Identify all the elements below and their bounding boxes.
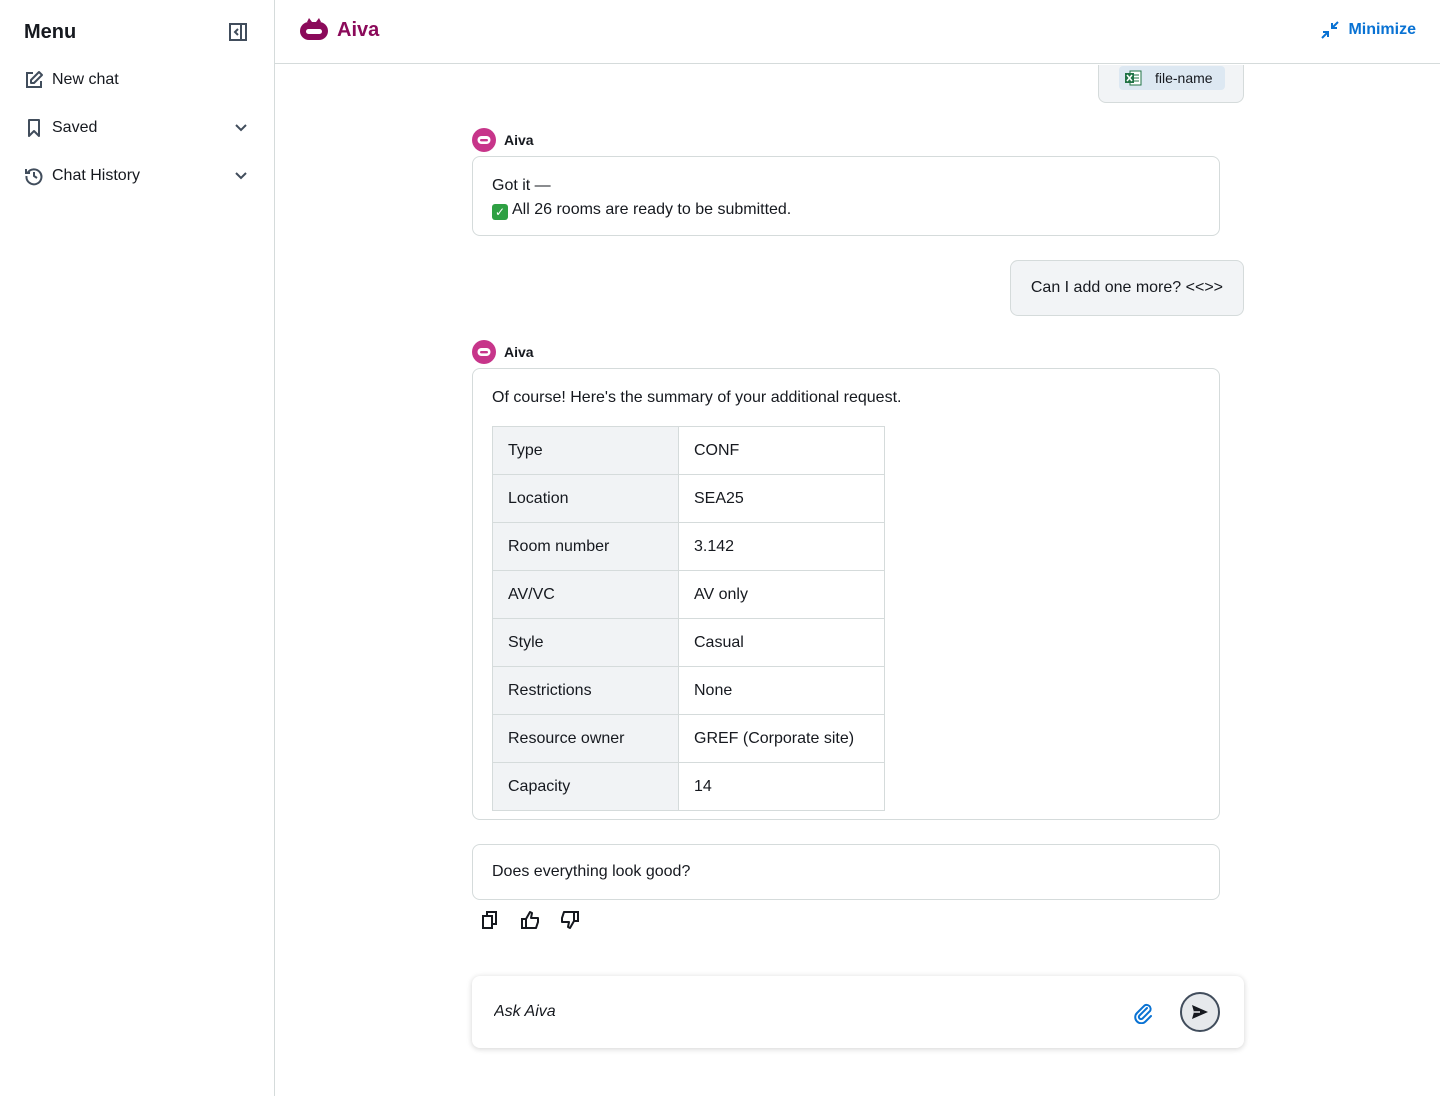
aiva-logo-icon xyxy=(299,18,329,42)
app-title: Aiva xyxy=(337,18,380,41)
sidebar-title: Menu xyxy=(24,20,77,43)
table-key: Restrictions xyxy=(492,666,679,715)
table-value: None xyxy=(678,666,885,715)
sidebar-item-label: Saved xyxy=(52,119,98,136)
sidebar-item-chat-history[interactable]: Chat History xyxy=(24,162,250,190)
table-row: Style Casual xyxy=(492,618,885,667)
table-value: GREF (Corporate site) xyxy=(678,714,885,763)
table-row: Location SEA25 xyxy=(492,474,885,523)
copy-icon[interactable] xyxy=(478,908,502,932)
edit-icon xyxy=(24,70,44,90)
message-text: Of course! Here's the summary of your ad… xyxy=(492,389,902,406)
check-mark-icon: ✓ xyxy=(492,204,508,220)
bot-avatar-icon xyxy=(472,340,496,364)
minimize-icon xyxy=(1320,20,1340,40)
bot-label: Aiva xyxy=(472,128,534,152)
table-value: 14 xyxy=(678,762,885,811)
user-message: Can I add one more? <<>> xyxy=(1009,260,1244,316)
message-text: All 26 rooms are ready to be submitted. xyxy=(512,201,792,218)
table-key: AV/VC xyxy=(492,570,679,619)
table-value: AV only xyxy=(678,570,885,619)
send-button[interactable] xyxy=(1180,992,1220,1032)
sidebar-item-saved[interactable]: Saved xyxy=(24,114,250,142)
bot-avatar-icon xyxy=(472,128,496,152)
summary-table: Type CONF Location SEA25 Room number 3.142 … xyxy=(492,426,885,811)
file-name: file-name xyxy=(1155,70,1213,86)
table-key: Style xyxy=(492,618,679,667)
message-actions xyxy=(478,908,598,932)
table-row: Capacity 14 xyxy=(492,762,885,811)
brand: Aiva xyxy=(299,18,379,42)
table-value: Casual xyxy=(678,618,885,667)
chat-area: file-name Aiva Got it — ✓ All 26 rooms ar… xyxy=(275,65,1440,1096)
excel-file-icon xyxy=(1123,68,1143,88)
table-value: CONF xyxy=(678,426,885,475)
bookmark-icon xyxy=(24,118,44,138)
send-icon xyxy=(1192,1005,1208,1019)
user-message-attachment: file-name xyxy=(1098,65,1244,103)
sidebar-item-new-chat[interactable]: New chat xyxy=(24,66,250,94)
table-key: Location xyxy=(492,474,679,523)
top-bar: Aiva Minimize xyxy=(275,0,1440,64)
table-value: 3.142 xyxy=(678,522,885,571)
sidebar-header: Menu xyxy=(24,18,250,46)
sidebar-item-label: Chat History xyxy=(52,167,141,184)
bot-name: Aiva xyxy=(504,344,534,360)
minimize-button[interactable]: Minimize xyxy=(1320,20,1416,40)
table-value: SEA25 xyxy=(678,474,885,523)
message-text-line: ✓ All 26 rooms are ready to be submitted. xyxy=(492,198,1200,222)
ask-input[interactable] xyxy=(494,998,1114,1026)
collapse-sidebar-icon[interactable] xyxy=(226,20,250,44)
chevron-down-icon[interactable] xyxy=(232,167,250,185)
table-key: Room number xyxy=(492,522,679,571)
table-key: Capacity xyxy=(492,762,679,811)
thumbs-down-icon[interactable] xyxy=(558,908,582,932)
table-key: Resource owner xyxy=(492,714,679,763)
message-text: Got it — xyxy=(492,177,551,194)
sidebar-item-label: New chat xyxy=(52,71,119,88)
table-row: Room number 3.142 xyxy=(492,522,885,571)
table-row: Type CONF xyxy=(492,426,885,475)
minimize-label: Minimize xyxy=(1348,21,1416,38)
table-row: AV/VC AV only xyxy=(492,570,885,619)
thumbs-up-icon[interactable] xyxy=(518,908,542,932)
file-chip[interactable]: file-name xyxy=(1119,66,1225,90)
bot-label: Aiva xyxy=(472,340,534,364)
table-row: Restrictions None xyxy=(492,666,885,715)
chevron-down-icon[interactable] xyxy=(232,119,250,137)
table-key: Type xyxy=(492,426,679,475)
paperclip-icon[interactable] xyxy=(1132,1002,1154,1025)
sidebar: Menu New chat Saved Chat History xyxy=(0,0,275,1096)
bot-message: Of course! Here's the summary of your ad… xyxy=(472,368,1220,820)
bot-name: Aiva xyxy=(504,132,534,148)
bot-message: Got it — ✓ All 26 rooms are ready to be s… xyxy=(472,156,1220,236)
message-composer xyxy=(472,976,1244,1048)
table-row: Resource owner GREF (Corporate site) xyxy=(492,714,885,763)
bot-message: Does everything look good? xyxy=(472,844,1220,900)
history-icon xyxy=(24,166,44,186)
message-text: Does everything look good? xyxy=(492,863,691,880)
